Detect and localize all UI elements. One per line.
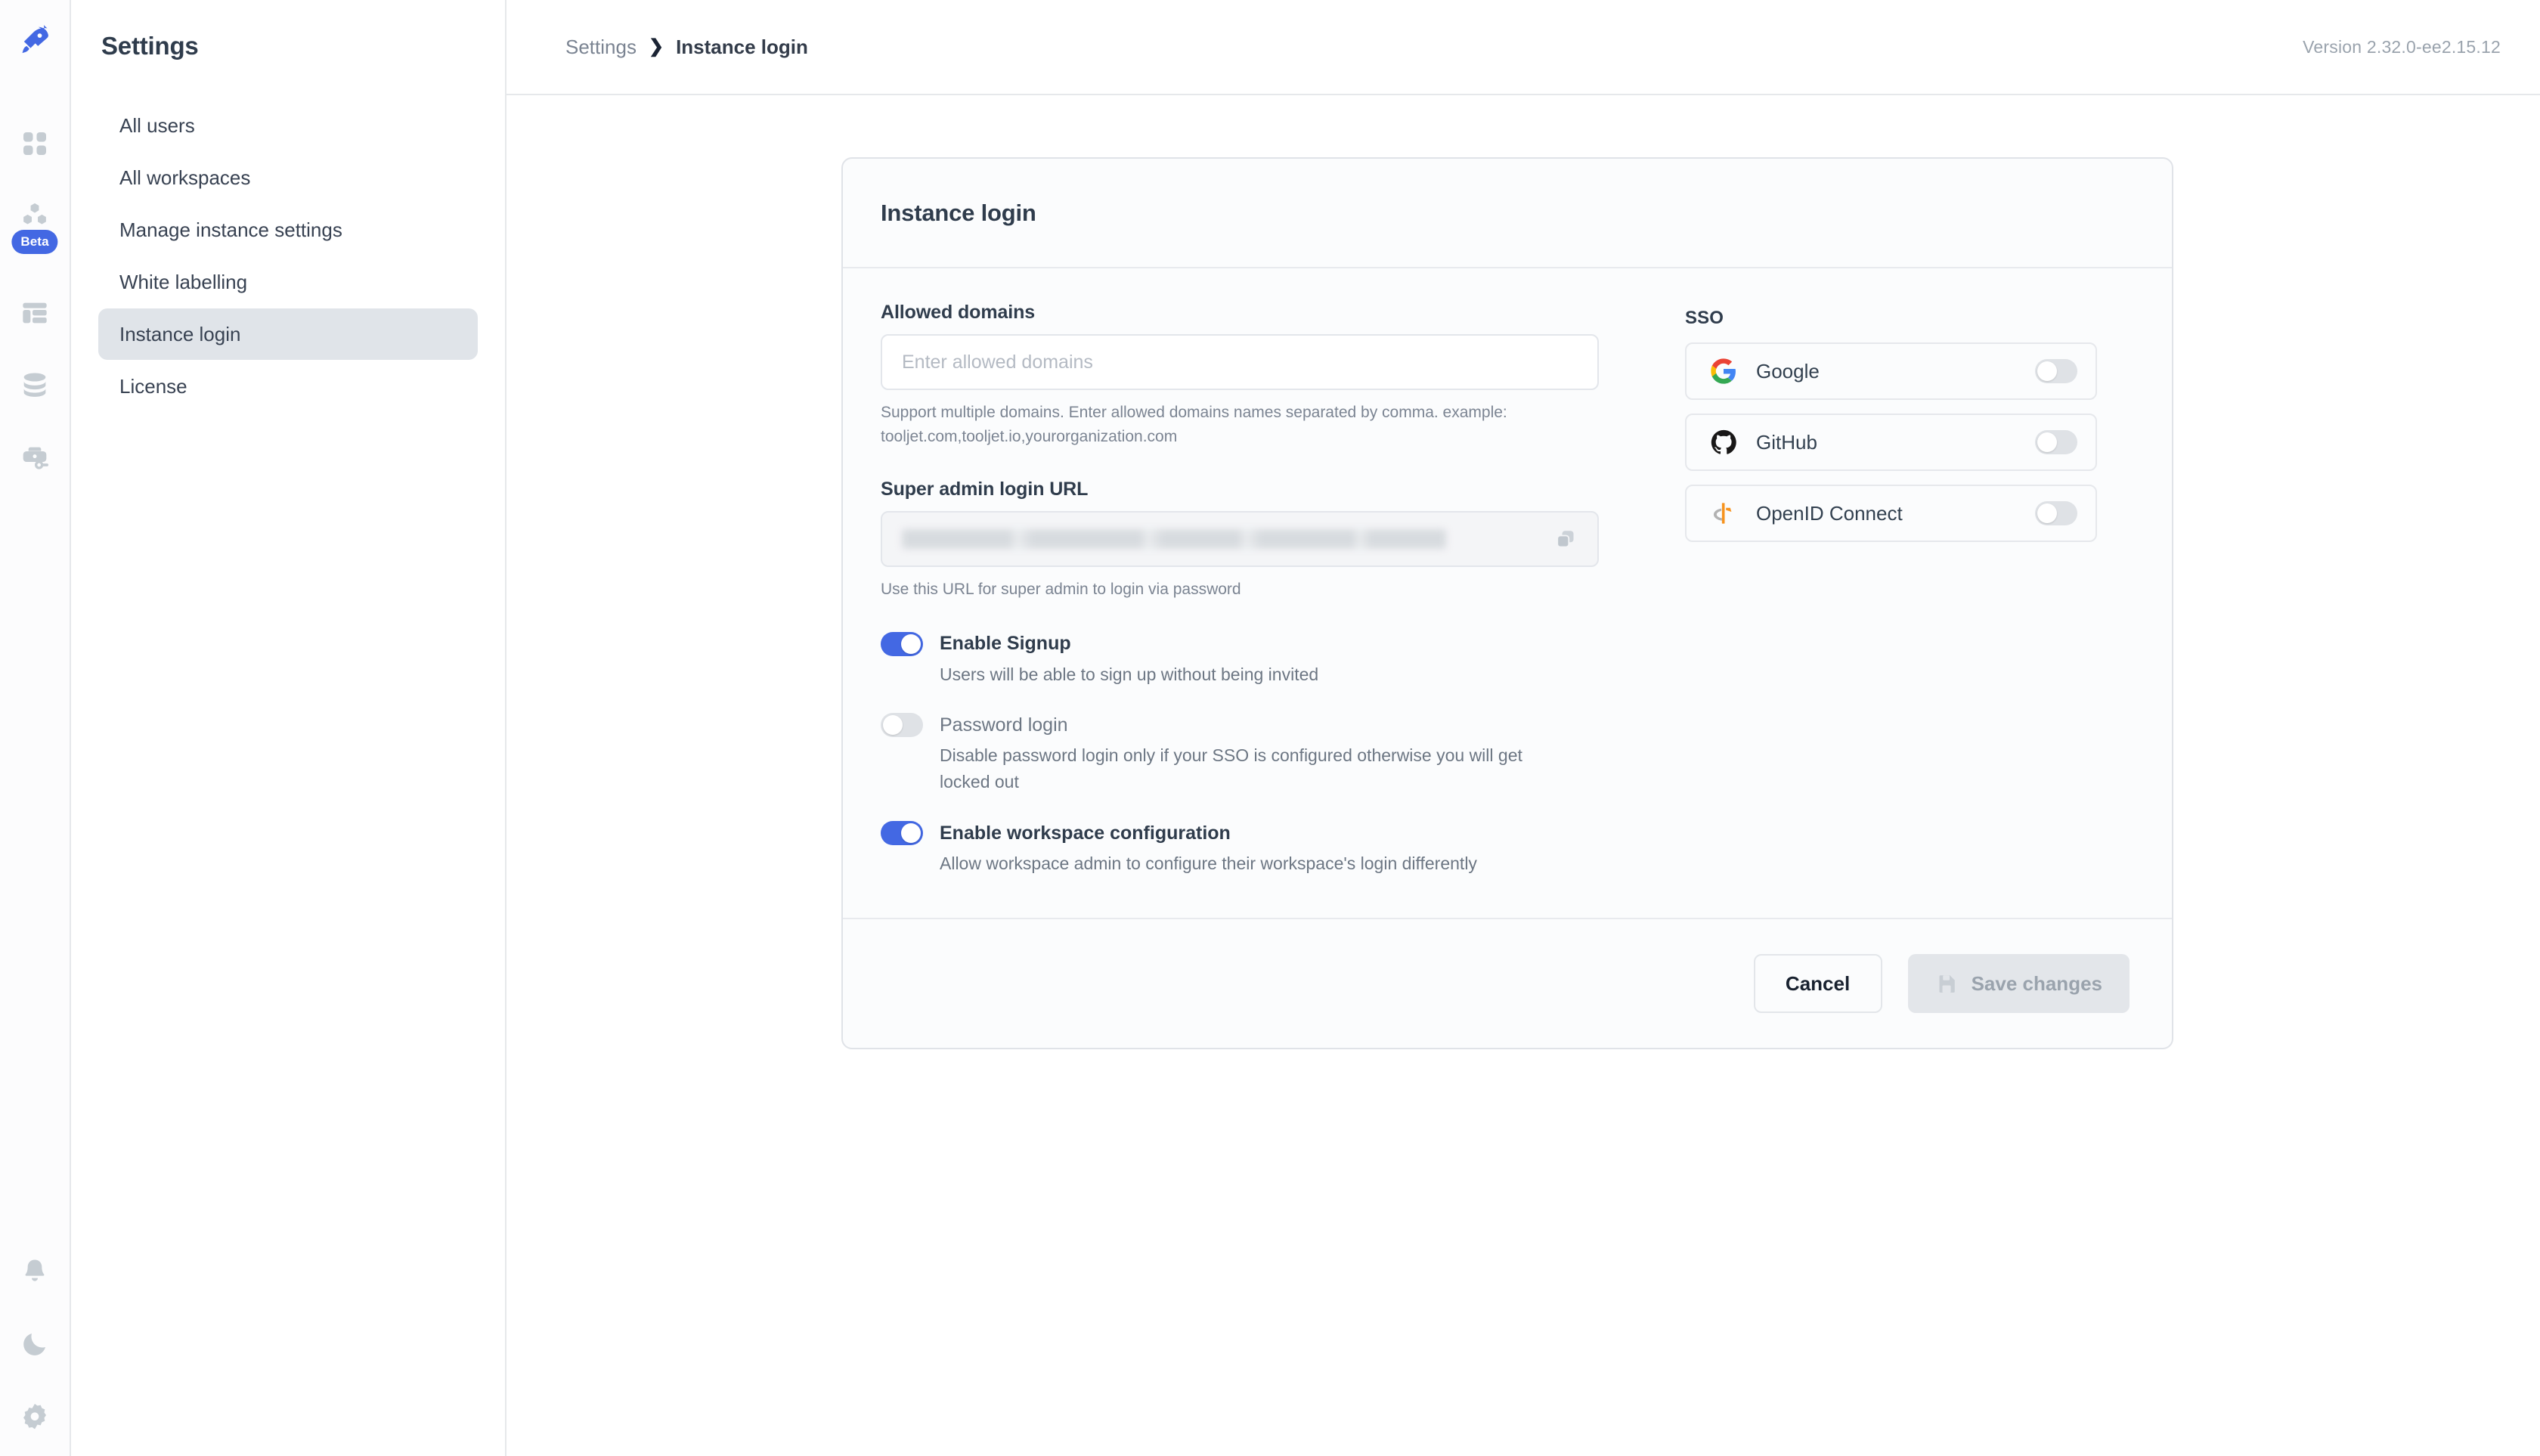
data-sources-icon[interactable] bbox=[9, 360, 60, 411]
password-login-row: Password login Disable password login on… bbox=[881, 713, 1622, 795]
sso-column: SSO Google GitHub OpenID Connect bbox=[1622, 302, 2134, 877]
sso-label: Google bbox=[1756, 359, 1820, 383]
main-content: Settings ❯ Instance login Version 2.32.0… bbox=[506, 0, 2540, 1456]
toggle-knob bbox=[901, 634, 921, 654]
enable-signup-line: Enable Signup bbox=[881, 631, 1622, 656]
enable-workspace-configuration-row: Enable workspace configuration Allow wor… bbox=[881, 821, 1622, 877]
sidebar-item-label: Manage instance settings bbox=[119, 218, 342, 241]
super-admin-url-help: Use this URL for super admin to login vi… bbox=[881, 581, 1241, 598]
primary-icon-rail: Beta bbox=[0, 0, 71, 1456]
password-login-description: Disable password login only if your SSO … bbox=[940, 745, 1522, 792]
sidebar-item-label: All workspaces bbox=[119, 166, 251, 189]
sidebar-item-label: License bbox=[119, 374, 187, 398]
sidebar-item-all-workspaces[interactable]: All workspaces bbox=[98, 152, 478, 203]
save-changes-label: Save changes bbox=[1971, 971, 2102, 995]
cancel-button[interactable]: Cancel bbox=[1753, 954, 1882, 1014]
sso-google-toggle[interactable] bbox=[2035, 359, 2077, 383]
password-login-label: Password login bbox=[940, 714, 1068, 736]
sso-row-github[interactable]: GitHub bbox=[1685, 414, 2097, 471]
breadcrumb: Settings ❯ Instance login bbox=[565, 36, 808, 59]
toggle-knob bbox=[2037, 503, 2057, 523]
enable-workspace-configuration-line: Enable workspace configuration bbox=[881, 821, 1622, 846]
enable-signup-description: Users will be able to sign up without be… bbox=[940, 664, 1319, 684]
card-header: Instance login bbox=[843, 159, 2172, 268]
super-admin-url-label: Super admin login URL bbox=[881, 479, 1089, 500]
sidebar-item-manage-instance-settings[interactable]: Manage instance settings bbox=[98, 204, 478, 256]
sso-section-title: SSO bbox=[1685, 308, 1724, 328]
enable-signup-toggle[interactable] bbox=[881, 631, 923, 656]
card-footer: Cancel Save changes bbox=[843, 918, 2172, 1048]
toggle-knob bbox=[2037, 432, 2057, 452]
super-admin-url-input[interactable] bbox=[881, 511, 1599, 567]
toggle-knob bbox=[2037, 361, 2057, 381]
sidebar-item-all-users[interactable]: All users bbox=[98, 100, 478, 151]
breadcrumb-current: Instance login bbox=[676, 35, 808, 58]
enable-workspace-configuration-description: Allow workspace admin to configure their… bbox=[940, 853, 1477, 874]
version-label: Version 2.32.0-ee2.15.12 bbox=[2303, 36, 2501, 57]
enable-signup-label: Enable Signup bbox=[940, 633, 1071, 654]
settings-form-column: Allowed domains Enter allowed domains Su… bbox=[881, 302, 1622, 877]
google-icon bbox=[1708, 355, 1739, 387]
marketplace-key-icon[interactable] bbox=[9, 432, 60, 484]
rocket-logo-icon[interactable] bbox=[9, 15, 60, 67]
password-login-line: Password login bbox=[881, 713, 1622, 738]
floppy-save-icon bbox=[1935, 972, 1958, 995]
allowed-domains-help: Support multiple domains. Enter allowed … bbox=[881, 404, 1507, 445]
settings-sidebar: Settings All users All workspaces Manage… bbox=[71, 0, 506, 1456]
allowed-domains-label: Allowed domains bbox=[881, 302, 1036, 323]
app-root: Beta Settings All users All workspaces M… bbox=[0, 0, 2540, 1456]
sidebar-item-label: Instance login bbox=[119, 322, 241, 345]
instance-login-card: Instance login Allowed domains Enter all… bbox=[841, 157, 2173, 1050]
sso-openid-connect-toggle[interactable] bbox=[2035, 501, 2077, 525]
allowed-domains-placeholder: Enter allowed domains bbox=[902, 351, 1093, 373]
sso-label: OpenID Connect bbox=[1756, 501, 1903, 525]
apps-grid-icon[interactable] bbox=[9, 118, 60, 169]
dark-mode-moon-icon[interactable] bbox=[9, 1318, 60, 1370]
password-login-toggle[interactable] bbox=[881, 713, 923, 738]
toggle-knob bbox=[901, 823, 921, 844]
database-table-icon[interactable] bbox=[9, 287, 60, 339]
top-bar: Settings ❯ Instance login Version 2.32.0… bbox=[506, 0, 2540, 95]
card-body: Allowed domains Enter allowed domains Su… bbox=[843, 268, 2172, 918]
github-icon bbox=[1708, 426, 1739, 458]
settings-gear-icon[interactable] bbox=[9, 1391, 60, 1442]
enable-workspace-configuration-toggle[interactable] bbox=[881, 821, 923, 846]
sidebar-item-white-labelling[interactable]: White labelling bbox=[98, 256, 478, 308]
sso-row-openid-connect[interactable]: OpenID Connect bbox=[1685, 485, 2097, 542]
sidebar-item-license[interactable]: License bbox=[98, 361, 478, 412]
openid-connect-icon bbox=[1708, 497, 1739, 529]
page-title: Instance login bbox=[881, 199, 1036, 226]
super-admin-url-field: Super admin login URL Use this URL for s… bbox=[881, 479, 1622, 602]
save-changes-button[interactable]: Save changes bbox=[1907, 954, 2130, 1014]
rail-bottom-group bbox=[0, 1246, 70, 1442]
breadcrumb-root[interactable]: Settings bbox=[565, 36, 637, 59]
redacted-url-value bbox=[902, 529, 1446, 549]
sidebar-item-instance-login[interactable]: Instance login bbox=[98, 308, 478, 360]
workflows-icon[interactable]: Beta bbox=[9, 191, 60, 254]
sso-label: GitHub bbox=[1756, 430, 1817, 454]
copy-icon[interactable] bbox=[1552, 525, 1579, 553]
enable-signup-row: Enable Signup Users will be able to sign… bbox=[881, 631, 1622, 688]
settings-sidebar-title: Settings bbox=[101, 32, 199, 60]
sidebar-item-label: All users bbox=[119, 113, 195, 137]
beta-badge: Beta bbox=[11, 230, 58, 254]
notifications-bell-icon[interactable] bbox=[9, 1246, 60, 1297]
sso-github-toggle[interactable] bbox=[2035, 430, 2077, 454]
chevron-right-icon: ❯ bbox=[648, 36, 664, 57]
allowed-domains-field: Allowed domains Enter allowed domains Su… bbox=[881, 302, 1622, 448]
allowed-domains-input[interactable]: Enter allowed domains bbox=[881, 334, 1599, 390]
settings-nav-list: All users All workspaces Manage instance… bbox=[71, 60, 505, 412]
toggle-knob bbox=[883, 715, 903, 736]
sidebar-item-label: White labelling bbox=[119, 270, 248, 293]
sso-row-google[interactable]: Google bbox=[1685, 342, 2097, 400]
enable-workspace-configuration-label: Enable workspace configuration bbox=[940, 822, 1231, 844]
rail-top-group: Beta bbox=[9, 0, 60, 505]
